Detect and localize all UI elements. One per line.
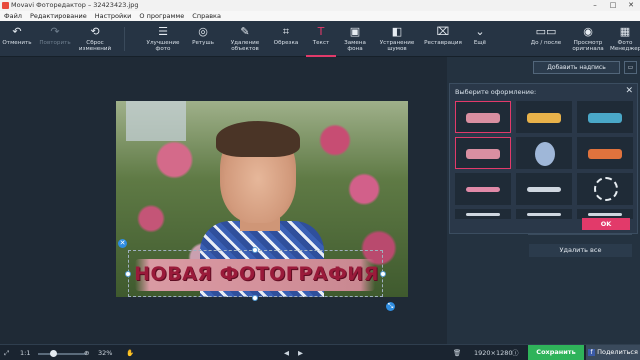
redo-button[interactable]: ↷ Повторить	[36, 21, 74, 57]
tab-enhance[interactable]: ☰ Улучшение фото	[140, 21, 186, 57]
close-icon[interactable]: ✕	[622, 0, 640, 11]
tab-restore[interactable]: ⌧ Реставрация	[420, 21, 466, 57]
style-swatch[interactable]	[516, 209, 572, 219]
before-after-icon: ▭▭	[535, 25, 557, 38]
zoom-in-icon[interactable]: ⊕	[84, 348, 89, 358]
denoise-icon: ◧	[391, 25, 403, 38]
style-swatch[interactable]	[516, 137, 572, 169]
swatch-shape	[466, 213, 500, 216]
tab-denoise[interactable]: ◧ Устранение шумов	[374, 21, 420, 57]
menu-edit[interactable]: Редактирование	[26, 11, 91, 21]
image-dimensions: 1920×1280	[474, 349, 513, 357]
undo-button[interactable]: ↶ Отменить	[0, 21, 34, 57]
toolbar-divider	[124, 27, 125, 51]
crop-icon: ⌗	[282, 25, 290, 38]
style-swatch[interactable]	[577, 137, 633, 169]
swatch-shape	[527, 113, 561, 123]
title-bar: Movavi Фоторедактор – 32423423.jpg – □ ✕	[0, 0, 640, 11]
toolbar: ↶ Отменить ↷ Повторить ⟲ Сброс изменений…	[0, 21, 640, 57]
swatch-shape	[535, 142, 555, 166]
app-logo-icon	[2, 2, 9, 9]
zoom-slider[interactable]	[38, 353, 86, 355]
style-swatch[interactable]	[577, 101, 633, 133]
tab-remove-objects[interactable]: ✎ Удаление объектов	[224, 21, 266, 57]
tab-text[interactable]: T Текст	[306, 21, 336, 57]
photo-manager-button[interactable]: ▦ Фото Менеджер	[610, 21, 640, 57]
zoom-value: 32%	[98, 349, 113, 357]
more-button[interactable]: ⌄ Ещё	[466, 21, 494, 57]
share-button[interactable]: f Поделиться	[586, 345, 640, 360]
menu-about[interactable]: О программе	[135, 11, 188, 21]
actual-size-button[interactable]: 1:1	[20, 348, 30, 358]
rotate-scale-icon[interactable]: ⤡	[386, 302, 395, 311]
swatch-shape	[527, 187, 561, 192]
ok-button[interactable]: OK	[582, 218, 630, 230]
next-photo-icon[interactable]: ▶	[298, 348, 303, 358]
undo-icon: ↶	[12, 25, 22, 38]
retouch-icon: ◎	[198, 25, 208, 38]
style-swatch[interactable]	[516, 101, 572, 133]
popup-title: Выберите оформление:	[455, 88, 537, 96]
swatch-shape	[466, 187, 500, 192]
minimize-icon[interactable]: –	[586, 0, 604, 11]
window-title: Movavi Фоторедактор – 32423423.jpg	[11, 1, 139, 9]
expand-icon[interactable]: ▭	[624, 61, 637, 74]
photo-manager-icon: ▦	[619, 25, 631, 38]
facebook-icon: f	[588, 348, 596, 356]
view-original-button[interactable]: ◉ Просмотр оригинала	[568, 21, 608, 57]
tab-crop[interactable]: ⌗ Обрезка	[268, 21, 304, 57]
delete-caption-icon[interactable]: ✕	[118, 239, 127, 248]
swatch-shape	[466, 149, 500, 159]
before-after-button[interactable]: ▭▭ До / после	[526, 21, 566, 57]
chevron-down-icon: ⌄	[475, 25, 485, 38]
delete-all-button[interactable]: Удалить все	[529, 244, 632, 257]
fit-screen-icon[interactable]: ⤢	[4, 348, 9, 358]
redo-icon: ↷	[50, 25, 60, 38]
reset-icon: ⟲	[90, 25, 100, 38]
style-swatch[interactable]	[577, 173, 633, 205]
swatch-shape	[588, 149, 622, 159]
menu-settings[interactable]: Настройки	[91, 11, 136, 21]
sliders-icon: ☰	[158, 25, 168, 38]
swatch-shape	[527, 213, 561, 216]
hand-tool-icon[interactable]: ✋	[126, 348, 134, 358]
tab-replace-background[interactable]: ▣ Замена фона	[338, 21, 372, 57]
swatch-shape	[588, 213, 622, 216]
swatch-shape	[594, 177, 618, 201]
maximize-icon[interactable]: □	[604, 0, 622, 11]
bottom-resize-handle[interactable]	[252, 295, 258, 301]
text-icon: T	[317, 25, 325, 38]
right-resize-handle[interactable]	[380, 271, 386, 277]
top-resize-handle[interactable]	[252, 247, 258, 253]
close-icon[interactable]: ✕	[625, 86, 633, 96]
trash-icon[interactable]: 🗑	[453, 348, 461, 358]
reset-button[interactable]: ⟲ Сброс изменений	[76, 21, 114, 57]
swatch-shape	[588, 113, 622, 123]
left-resize-handle[interactable]	[125, 271, 131, 277]
tab-retouch[interactable]: ◎ Ретушь	[188, 21, 218, 57]
style-swatch[interactable]	[516, 173, 572, 205]
text-caption-box[interactable]: НОВАЯ ФОТОГРАФИЯ	[128, 250, 383, 297]
style-swatch[interactable]	[455, 173, 511, 205]
eraser-icon: ✎	[240, 25, 250, 38]
caption-text[interactable]: НОВАЯ ФОТОГРАФИЯ	[129, 263, 384, 285]
restore-icon: ⌧	[436, 25, 450, 38]
style-picker-popup: Выберите оформление: ✕	[449, 83, 638, 234]
background-icon: ▣	[349, 25, 361, 38]
eye-icon: ◉	[583, 25, 593, 38]
previous-photo-icon[interactable]: ◀	[284, 348, 289, 358]
menu-file[interactable]: Файл	[0, 11, 26, 21]
menu-bar: Файл Редактирование Настройки О программ…	[0, 11, 640, 21]
panel-divider	[528, 234, 632, 235]
save-button[interactable]: Сохранить	[528, 345, 584, 360]
add-caption-button[interactable]: Добавить надпись	[533, 61, 620, 74]
style-swatch[interactable]	[455, 101, 511, 133]
style-swatch[interactable]	[455, 137, 511, 169]
window-controls: – □ ✕	[586, 0, 640, 11]
menu-help[interactable]: Справка	[188, 11, 225, 21]
swatch-shape	[466, 113, 500, 123]
zoom-slider-knob[interactable]	[50, 350, 57, 357]
info-icon[interactable]: ⓘ	[512, 348, 519, 358]
style-swatch[interactable]	[455, 209, 511, 219]
